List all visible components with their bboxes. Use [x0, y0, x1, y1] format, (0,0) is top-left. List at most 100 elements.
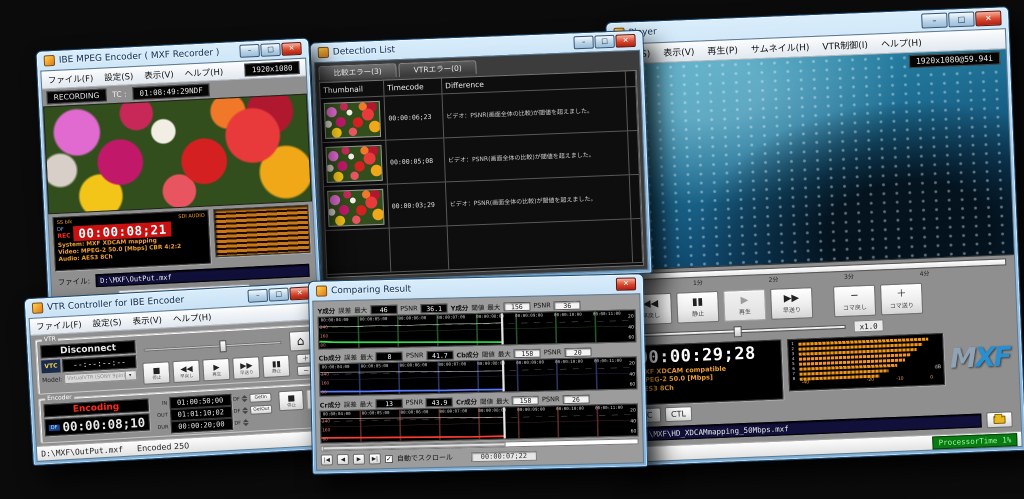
encoder-video-preview: [43, 94, 312, 215]
thumbnail-image: [324, 100, 381, 138]
menu-help[interactable]: ヘルプ(H): [184, 65, 223, 79]
play-button[interactable]: ▶ 再生: [202, 358, 230, 381]
menu-view[interactable]: 表示(V): [132, 314, 162, 328]
vtr-controller-window: VTR Controller for IBE Encoder – □ ✕ ファイ…: [24, 282, 327, 466]
pause-button[interactable]: ▮▮ 静止: [262, 355, 290, 378]
fast-forward-button[interactable]: ▶▶ 早送り: [770, 287, 813, 320]
pause-button[interactable]: ▮▮ 静止: [676, 291, 719, 324]
minimize-icon[interactable]: –: [573, 36, 593, 50]
desktop: Player – □ ✕ 設定(S) 表示(V) 再生(P) サムネイル(H) …: [0, 0, 1024, 499]
maximize-icon[interactable]: □: [594, 35, 614, 49]
get-out-button[interactable]: GetOut: [250, 405, 272, 415]
vtc-timecode: --:--:--:--: [62, 355, 137, 372]
meter-scale-label: -20: [867, 378, 875, 383]
record-status-panel: SS blk SDI AUDIO DF REC 00:00:08;21 Syst…: [52, 210, 211, 272]
vtc-chip: VTC: [41, 359, 61, 373]
autoscroll-checkbox[interactable]: ✓: [385, 454, 393, 462]
tc-label: TC :: [112, 89, 127, 99]
tab-compare-errors[interactable]: 比較エラー(3): [318, 63, 397, 80]
last-frame-button[interactable]: ▶|: [369, 453, 381, 464]
spinner[interactable]: [242, 407, 248, 414]
comparing-timecode: 00:00:07;22: [471, 450, 537, 461]
speed-slider-thumb[interactable]: [734, 326, 742, 337]
minute-tick: 3分: [844, 272, 854, 281]
y-threshold-psnr[interactable]: 36: [554, 300, 581, 310]
menu-file[interactable]: ファイル(F): [47, 72, 93, 86]
player-controls: 1分2分3分4分 ◀◀ 早戻し ▮▮ 静止 ▶ 再生: [620, 255, 1021, 447]
cb-threshold-max[interactable]: 158: [514, 348, 541, 358]
encode-stop-button[interactable]: ■ 停止: [278, 390, 304, 411]
play-button[interactable]: ▶ 再生: [723, 289, 766, 322]
cr-error-psnr: 43.9: [426, 397, 453, 407]
y-threshold-max[interactable]: 156: [503, 301, 530, 311]
fast-forward-button[interactable]: ▶▶ 早送り: [232, 356, 260, 379]
close-icon[interactable]: ✕: [975, 10, 1002, 26]
speed-slider[interactable]: [631, 325, 846, 338]
menu-file[interactable]: ファイル(F): [36, 318, 82, 333]
frame-forward-icon: ＋: [896, 288, 906, 300]
cb-threshold-psnr[interactable]: 20: [564, 347, 591, 357]
maximize-icon[interactable]: □: [948, 11, 975, 27]
cb-psnr-graph: 00:00:04:0000:00:05:0000:00:06:0000:00:0…: [319, 356, 638, 396]
menu-help[interactable]: ヘルプ(H): [173, 311, 212, 325]
error-table: Thumbnail Timecode Difference 00:00:06;2…: [319, 70, 644, 278]
get-in-button[interactable]: GetIn: [249, 393, 271, 403]
autoscroll-label: 自動でスクロール: [397, 452, 453, 463]
player-video-preview: 1920x1080@59.94i: [612, 49, 1014, 271]
cr-threshold-max[interactable]: 158: [512, 395, 539, 405]
menu-vtr-control[interactable]: VTR制御(I): [822, 38, 868, 53]
menu-settings[interactable]: 設定(S): [104, 70, 134, 83]
minimize-icon[interactable]: –: [247, 289, 268, 303]
cr-psnr-graph: 00:00:04:0000:00:05:0000:00:06:0000:00:0…: [320, 403, 639, 443]
menu-settings[interactable]: 設定(S): [92, 316, 122, 330]
jog-slider-thumb[interactable]: [219, 340, 227, 352]
frame-forward-button[interactable]: ＋ コマ送り: [880, 283, 923, 316]
first-frame-button[interactable]: |◀: [321, 454, 333, 465]
ctl-mode-button[interactable]: CTL: [665, 406, 693, 422]
menu-view[interactable]: 表示(V): [663, 45, 695, 59]
frame-back-button[interactable]: − コマ戻し: [833, 285, 876, 318]
close-icon[interactable]: ✕: [289, 286, 310, 300]
cr-error-max: 13: [376, 398, 403, 408]
minimize-icon[interactable]: –: [921, 13, 948, 29]
comparing-result-window: Comparing Result ✕ Y成分誤差 最大 46 PSNR 36.1…: [308, 273, 648, 475]
maximize-icon[interactable]: □: [268, 288, 289, 302]
close-icon[interactable]: ✕: [615, 34, 635, 48]
next-frame-button[interactable]: ▶: [353, 454, 365, 465]
duration-field[interactable]: 00:00:20;00: [170, 417, 233, 432]
recording-badge: RECORDING: [46, 88, 106, 104]
db-label: dB: [934, 364, 941, 370]
play-icon: ▶: [740, 295, 748, 307]
stop-button[interactable]: ■ 停止: [143, 361, 171, 384]
rec-flag: REC: [57, 233, 70, 240]
stop-icon: ■: [152, 365, 160, 374]
speed-value: x1.0: [853, 319, 883, 332]
cr-threshold-psnr[interactable]: 26: [562, 394, 589, 404]
menu-thumbnail[interactable]: サムネイル(H): [751, 40, 810, 55]
rewind-button[interactable]: ◀◀ 早戻し: [173, 360, 201, 383]
maximize-icon[interactable]: □: [260, 43, 281, 57]
close-icon[interactable]: ✕: [281, 42, 302, 56]
encoder-audio-meter: [213, 205, 310, 258]
open-file-button[interactable]: [986, 411, 1013, 428]
vtr-app-icon: [32, 302, 44, 314]
model-dropdown[interactable]: VirtualVTR (SONY 9pin) ▾: [64, 370, 138, 384]
spinner[interactable]: [243, 419, 249, 426]
minimize-icon[interactable]: –: [239, 44, 260, 58]
close-icon[interactable]: ✕: [616, 277, 636, 290]
home-icon: ⌂: [296, 334, 304, 348]
timecode-panel: 00:00:29;28 MXF XDCAM compatible MPEG-2 …: [631, 339, 783, 405]
menu-help[interactable]: ヘルプ(H): [881, 36, 922, 51]
jog-slider[interactable]: [144, 341, 282, 352]
prev-frame-button[interactable]: ◀: [337, 454, 349, 465]
tab-vtr-errors[interactable]: VTRエラー(0): [398, 60, 477, 77]
menu-view[interactable]: 表示(V): [144, 68, 174, 81]
pause-icon: ▮▮: [692, 297, 703, 309]
source-timecode-badge: 01:08:49:29NDF: [132, 83, 210, 100]
menu-playback[interactable]: 再生(P): [707, 43, 738, 57]
rewind-icon: ◀◀: [643, 298, 659, 311]
meter-scale-label: 0: [930, 375, 933, 380]
vtr-encoder-timecode: 00:00:08;10: [62, 415, 146, 435]
y-error-max: 46: [370, 304, 397, 314]
spinner[interactable]: [242, 395, 248, 402]
